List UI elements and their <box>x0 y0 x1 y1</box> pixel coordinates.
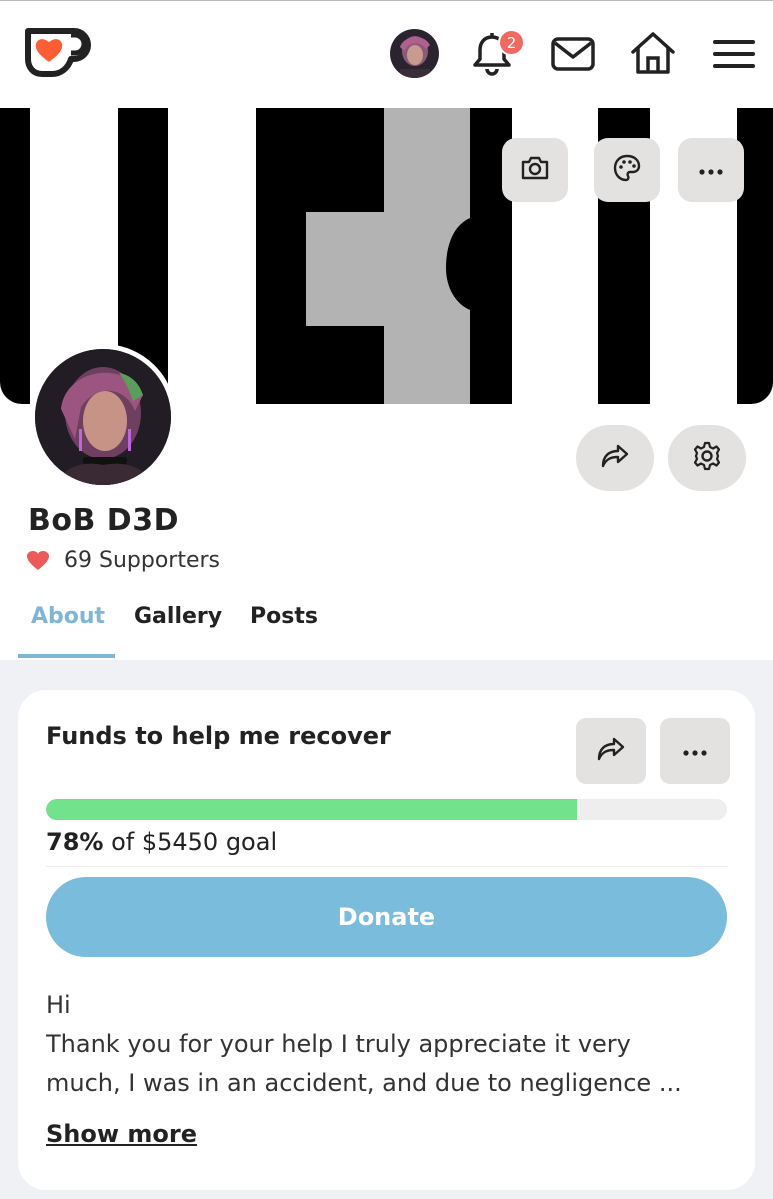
notification-badge: 2 <box>498 29 525 56</box>
goal-more-button[interactable] <box>660 718 730 784</box>
tab-about[interactable]: About <box>31 604 105 629</box>
description-line: Hi <box>46 991 71 1019</box>
menu-icon[interactable] <box>711 37 757 71</box>
tab-gallery[interactable]: Gallery <box>134 604 222 629</box>
profile-tabs: About Gallery Posts <box>0 598 773 660</box>
goal-title: Funds to help me recover <box>46 722 391 750</box>
goal-description: Hi Thank you for your help I truly appre… <box>46 986 727 1103</box>
user-avatar[interactable] <box>390 29 439 78</box>
ellipsis-icon <box>698 161 724 180</box>
kofi-logo-icon[interactable] <box>22 23 96 79</box>
heart-icon <box>26 550 50 572</box>
supporters-label: 69 Supporters <box>64 548 220 573</box>
goal-status: 78% of $5450 goal <box>46 828 277 856</box>
goal-progress-fill <box>46 799 578 820</box>
tab-posts[interactable]: Posts <box>250 604 318 629</box>
home-icon[interactable] <box>629 30 677 76</box>
mail-icon[interactable] <box>550 35 596 73</box>
active-tab-indicator <box>18 654 115 658</box>
donate-button[interactable]: Donate <box>46 877 727 957</box>
theme-button[interactable] <box>594 138 660 202</box>
share-icon <box>596 736 626 766</box>
share-icon <box>600 443 630 473</box>
share-goal-button[interactable] <box>576 718 646 784</box>
profile-name: BoB D3D <box>28 503 179 538</box>
goal-progress-bar <box>46 799 727 820</box>
palette-icon <box>612 153 642 187</box>
goal-card: Funds to help me recover 78% of $5450 go… <box>18 690 755 1190</box>
settings-button[interactable] <box>668 425 746 491</box>
divider <box>46 866 727 867</box>
goal-amount: of $5450 goal <box>103 828 278 856</box>
share-profile-button[interactable] <box>576 425 654 491</box>
description-line: Thank you for your help I truly apprecia… <box>46 1030 631 1058</box>
ellipsis-icon <box>682 742 708 761</box>
change-cover-button[interactable] <box>502 138 568 202</box>
goal-percent: 78% <box>46 828 104 856</box>
camera-icon <box>520 155 550 185</box>
supporters-count: 69 Supporters <box>26 548 220 573</box>
banner-more-button[interactable] <box>678 138 744 202</box>
show-more-link[interactable]: Show more <box>46 1120 197 1148</box>
profile-avatar[interactable] <box>30 344 176 490</box>
top-navigation-bar: 2 <box>0 0 773 108</box>
gear-icon <box>692 441 722 475</box>
description-line: much, I was in an accident, and due to n… <box>46 1069 682 1097</box>
